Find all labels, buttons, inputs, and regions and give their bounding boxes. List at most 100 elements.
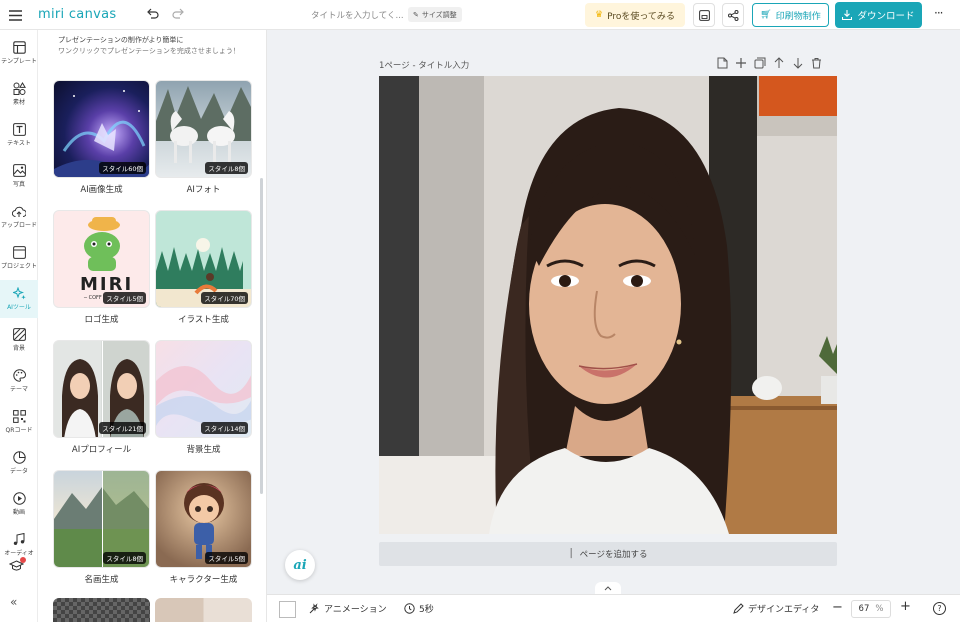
- nav-item-3[interactable]: 写真: [0, 157, 38, 195]
- nav-item-11[interactable]: 動画: [0, 485, 38, 523]
- duplicate-icon[interactable]: [754, 57, 766, 69]
- redo-icon[interactable]: [172, 8, 185, 20]
- add-page-plus-icon: │: [568, 549, 574, 559]
- style-count-badge: スタイル8個: [205, 162, 248, 174]
- download-button[interactable]: ダウンロード: [835, 2, 922, 28]
- nav-label: 背景: [12, 345, 25, 352]
- card-background[interactable]: スタイル14個 背景生成: [155, 340, 252, 455]
- photo-icon: [12, 164, 26, 177]
- add-page-bar[interactable]: │ ページを追加する: [379, 542, 837, 566]
- card-ai-photo[interactable]: スタイル8個 AIフォト: [155, 80, 252, 195]
- duration-label: 5秒: [419, 605, 434, 615]
- title-input[interactable]: タイトルを入力してく...: [311, 9, 404, 21]
- nav-item-10[interactable]: データ: [0, 444, 38, 482]
- zoom-unit: %: [875, 604, 884, 614]
- color-swatch[interactable]: [279, 601, 296, 618]
- nav-item-4[interactable]: アップロード: [0, 198, 38, 236]
- learning-button[interactable]: [5, 556, 27, 576]
- nav-item-8[interactable]: テーマ: [0, 362, 38, 400]
- move-up-icon[interactable]: [773, 57, 785, 69]
- illustration-thumbnail: スタイル70個: [155, 210, 252, 308]
- size-adjust-label: サイズ調整: [421, 10, 457, 19]
- style-count-badge: スタイル21個: [99, 422, 146, 434]
- nav-item-5[interactable]: プロジェクト: [0, 239, 38, 277]
- more-icon[interactable]: ···: [934, 6, 944, 20]
- nav-label: アップロード: [1, 221, 37, 229]
- style-count-badge: スタイル70個: [201, 292, 248, 304]
- design-editor-button[interactable]: デザインエディタ: [733, 602, 819, 615]
- nav-label: AIツール: [7, 304, 31, 311]
- pro-button[interactable]: ♛ Proを使ってみる: [585, 3, 685, 27]
- canvas-area: 1ページ - タイトル入力 │ ページを追加する ai: [267, 30, 960, 594]
- card-label: キャラクター生成: [169, 575, 238, 585]
- upload-icon: [12, 206, 26, 217]
- move-down-icon[interactable]: [792, 57, 804, 69]
- elements-icon: [13, 82, 26, 95]
- nav-item-1[interactable]: 素材: [0, 75, 38, 113]
- note-icon[interactable]: [717, 57, 728, 69]
- panel-scrollbar[interactable]: [260, 178, 263, 494]
- save-button[interactable]: [693, 3, 715, 27]
- zoom-input[interactable]: 67 %: [851, 600, 891, 618]
- data-icon: [12, 451, 26, 464]
- panel-intro: プレゼンテーションの制作がより簡単に ワンクリックでプレゼンテーションを完成させ…: [58, 35, 263, 57]
- add-page-icon[interactable]: [735, 57, 747, 69]
- intro-line-2: ワンクリックでプレゼンテーションを完成させましょう！: [58, 47, 240, 55]
- size-adjust-button[interactable]: ✎ サイズ調整: [408, 7, 462, 22]
- save-icon: [698, 9, 710, 21]
- nav-label: テキスト: [7, 140, 31, 147]
- partial-card-right[interactable]: [155, 598, 252, 622]
- zoom-out-icon[interactable]: −: [832, 600, 843, 615]
- card-illustration[interactable]: スタイル70個 イラスト生成: [155, 210, 252, 325]
- card-masterpiece[interactable]: スタイル8個 名画生成: [53, 470, 150, 585]
- style-count-badge: スタイル14個: [201, 422, 248, 434]
- text-icon: [12, 123, 26, 136]
- card-character[interactable]: スタイル5個 キャラクター生成: [155, 470, 252, 585]
- card-label: 名画生成: [84, 575, 119, 585]
- app-logo[interactable]: miri canvas: [38, 7, 116, 22]
- page-label[interactable]: 1ページ - タイトル入力: [379, 59, 469, 71]
- template-icon: [12, 41, 26, 54]
- help-button[interactable]: ?: [933, 602, 946, 615]
- nav-item-7[interactable]: 背景: [0, 321, 38, 359]
- ai-badge-text: ai: [293, 557, 307, 573]
- nav-item-2[interactable]: テキスト: [0, 116, 38, 154]
- partial-card-left[interactable]: [53, 598, 150, 622]
- crown-icon: ♛: [595, 10, 604, 20]
- page-canvas[interactable]: [379, 76, 837, 534]
- nav-item-0[interactable]: テンプレート: [0, 34, 38, 72]
- print-button[interactable]: 🛒︎ 印刷物制作: [752, 3, 829, 27]
- video-icon: [12, 492, 26, 505]
- ai-profile-thumbnail: スタイル21個: [53, 340, 150, 438]
- undo-icon[interactable]: [146, 8, 159, 20]
- nav-label: QRコード: [5, 427, 33, 434]
- card-ai-profile[interactable]: スタイル21個 AIプロフィール: [53, 340, 150, 455]
- zoom-in-icon[interactable]: +: [900, 599, 911, 614]
- animation-icon: [309, 603, 319, 614]
- zoom-value: 67: [858, 604, 870, 614]
- cart-icon: 🛒︎: [760, 10, 772, 20]
- nav-label: 写真: [12, 181, 25, 188]
- ai-tools-panel: プレゼンテーションの制作がより簡単に ワンクリックでプレゼンテーションを完成させ…: [38, 30, 267, 622]
- logo-subtext: ─ COFF: [84, 295, 102, 301]
- intro-line-1: プレゼンテーションの制作がより簡単に: [58, 36, 184, 44]
- menu-icon[interactable]: [8, 8, 22, 22]
- animation-button[interactable]: アニメーション: [309, 602, 387, 615]
- expand-tab[interactable]: [595, 582, 621, 594]
- portrait-photo: [379, 76, 837, 534]
- card-label: ロゴ生成: [84, 315, 119, 325]
- clock-icon: [404, 603, 415, 614]
- share-button[interactable]: [722, 3, 744, 27]
- collapse-icon[interactable]: «: [10, 595, 17, 609]
- project-icon: [12, 246, 26, 259]
- duration-button[interactable]: 5秒: [404, 602, 434, 615]
- card-label: イラスト生成: [178, 315, 229, 325]
- ai-assistant-button[interactable]: ai: [285, 550, 315, 580]
- nav-item-9[interactable]: QRコード: [0, 403, 38, 441]
- delete-icon[interactable]: [811, 57, 822, 69]
- nav-label: 動画: [12, 509, 25, 516]
- card-logo[interactable]: MIRI ─ COFF スタイル5個 ロゴ生成: [53, 210, 150, 325]
- card-ai-image[interactable]: スタイル60個 AI画像生成: [53, 80, 150, 195]
- nav-item-6[interactable]: AIツール: [0, 280, 38, 318]
- card-label: AIフォト: [186, 185, 221, 195]
